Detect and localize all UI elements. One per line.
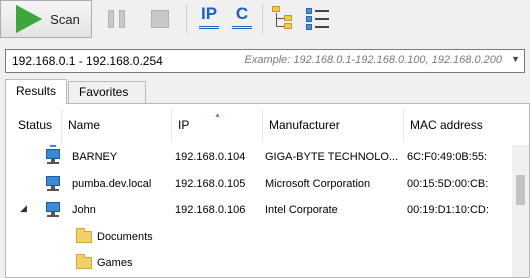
scrollbar-thumb[interactable] — [516, 175, 525, 205]
pause-icon — [107, 10, 125, 28]
stop-icon — [151, 10, 169, 28]
row-mac: 00:19:D1:10:CD: — [407, 204, 489, 216]
folder-name: Games — [97, 257, 133, 269]
list-item[interactable]: Games — [12, 250, 509, 277]
folder-icon — [76, 254, 92, 269]
vertical-scrollbar[interactable] — [512, 145, 529, 277]
chevron-down-icon[interactable]: ▼ — [511, 54, 520, 64]
row-mac: 00:15:5D:00:CB: — [407, 177, 489, 190]
table-row[interactable]: ◢ John 192.168.0.106 Intel Corporate 00:… — [12, 197, 509, 224]
c-icon[interactable]: C — [229, 3, 255, 33]
row-ip: 192.168.0.104 — [175, 151, 246, 163]
list-view-icon[interactable] — [306, 6, 332, 30]
toolbar: Scan IP C — [0, 0, 530, 44]
results-panel: Status Name ▲ IP Manufacturer MAC addres… — [5, 103, 530, 278]
ip-icon[interactable]: IP — [196, 3, 222, 33]
col-manufacturer[interactable]: Manufacturer — [263, 110, 404, 142]
tab-results[interactable]: Results — [5, 79, 67, 104]
scan-label: Scan — [50, 11, 80, 27]
row-manufacturer: Intel Corporate — [265, 204, 338, 216]
sort-ascending-icon: ▲ — [214, 112, 221, 119]
computer-icon — [45, 149, 61, 165]
row-mac: 6C:F0:49:0B:55: — [407, 151, 488, 163]
row-name: BARNEY — [72, 151, 118, 163]
ip-range-value: 192.168.0.1 - 192.168.0.254 — [12, 54, 163, 68]
row-ip: 192.168.0.106 — [175, 204, 246, 216]
col-ip-label: IP — [178, 118, 190, 132]
col-mac[interactable]: MAC address — [404, 110, 525, 142]
results-list: BARNEY 192.168.0.104 GIGA-BYTE TECHNOLO.… — [12, 144, 509, 277]
list-item[interactable]: Documents — [12, 224, 509, 251]
ip-range-input[interactable]: 192.168.0.1 - 192.168.0.254 Example: 192… — [5, 49, 525, 73]
scan-button[interactable]: Scan — [0, 0, 92, 38]
row-name: John — [72, 204, 96, 216]
toolbar-separator — [262, 4, 263, 34]
pause-button[interactable] — [98, 0, 134, 38]
table-row[interactable]: pumba.dev.local 192.168.0.105 Microsoft … — [12, 171, 509, 198]
stop-button[interactable] — [142, 0, 178, 38]
folder-icon — [76, 227, 92, 243]
computer-icon — [45, 202, 61, 218]
row-manufacturer: GIGA-BYTE TECHNOLO... — [265, 151, 399, 163]
ip-icon-letter: IP — [200, 4, 218, 23]
folder-name: Documents — [97, 230, 153, 243]
toolbar-separator — [186, 4, 187, 34]
row-ip: 192.168.0.105 — [175, 177, 246, 190]
ip-range-hint: Example: 192.168.0.1-192.168.0.100, 192.… — [244, 54, 503, 66]
c-icon-letter: C — [235, 4, 249, 23]
computer-icon — [45, 175, 61, 192]
table-header: Status Name ▲ IP Manufacturer MAC addres… — [12, 110, 525, 142]
tree-view-icon[interactable] — [272, 6, 296, 30]
play-icon — [16, 5, 43, 33]
col-status[interactable]: Status — [12, 110, 62, 142]
expand-collapse-icon[interactable]: ◢ — [20, 203, 27, 214]
col-ip[interactable]: ▲ IP — [172, 110, 263, 142]
row-name: pumba.dev.local — [72, 177, 152, 190]
col-name[interactable]: Name — [62, 110, 172, 142]
tab-favorites[interactable]: Favorites — [68, 81, 146, 103]
table-row[interactable]: BARNEY 192.168.0.104 GIGA-BYTE TECHNOLO.… — [12, 144, 509, 171]
row-manufacturer: Microsoft Corporation — [265, 177, 371, 190]
